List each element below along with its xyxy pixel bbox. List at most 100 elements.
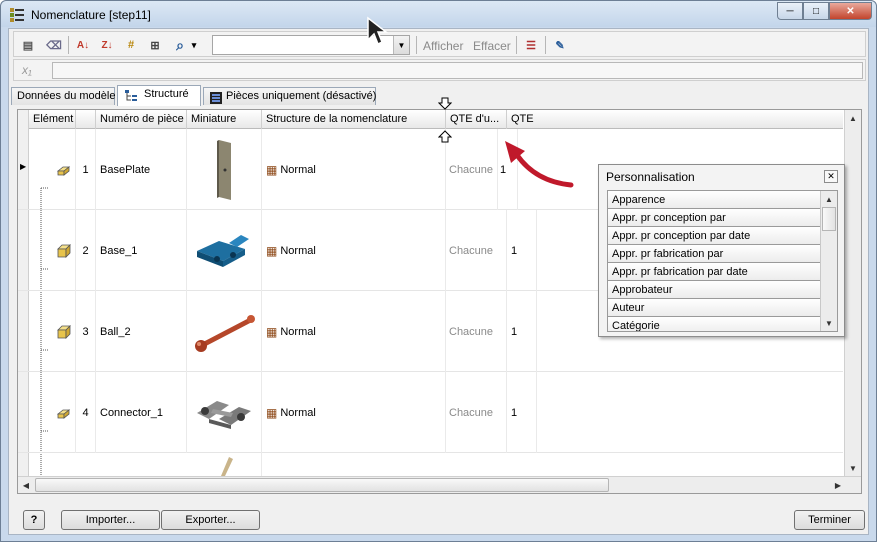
list-item[interactable]: Appr. pr fabrication par (608, 245, 821, 263)
import-button[interactable]: Importer... (61, 510, 160, 530)
customize-panel-title: Personnalisation (606, 170, 695, 184)
qty[interactable]: 1 (507, 291, 537, 372)
bom-structure-cell[interactable]: ▦ Normal (262, 372, 446, 453)
horizontal-scroll-thumb[interactable] (35, 478, 609, 492)
customize-close-button[interactable]: ✕ (824, 170, 838, 183)
list-item[interactable]: Auteur (608, 299, 821, 317)
part-number[interactable]: BasePlate (96, 129, 187, 210)
structure-icon: ▦ (266, 243, 278, 258)
minimize-button[interactable]: ─ (777, 2, 803, 20)
unit-qty[interactable]: Chacune (446, 291, 507, 372)
sort-za-icon[interactable]: Z↓ (98, 36, 116, 54)
col-header-thumbnail[interactable]: Miniature (187, 110, 262, 129)
close-button[interactable]: ✕ (829, 2, 872, 20)
part-icon (53, 210, 76, 291)
bom-structure-value: Normal (280, 244, 316, 257)
bom-window: Nomenclature [step11] ─ □ ✕ ▤ ⌫ A↓ Z↓ # … (0, 0, 877, 542)
col-header-unit-qty[interactable]: QTE d'u... (446, 110, 507, 129)
clear-button[interactable]: Effacer (473, 39, 511, 53)
scroll-down-arrow[interactable]: ▼ (845, 460, 861, 476)
customize-field-list[interactable]: Apparence Appr. pr conception par Appr. … (607, 190, 838, 332)
scroll-up-arrow[interactable]: ▲ (845, 110, 861, 126)
list-item[interactable]: Appr. pr fabrication par date (608, 263, 821, 281)
column-resize-cursor (438, 97, 452, 143)
column-chooser-icon[interactable]: ☰ (522, 36, 540, 54)
customize-panel[interactable]: Personnalisation ✕ Apparence Appr. pr co… (598, 164, 845, 337)
help-button[interactable]: ? (23, 510, 45, 530)
list-item[interactable]: Apparence (608, 191, 821, 209)
export-button[interactable]: Exporter... (161, 510, 260, 530)
unit-qty[interactable]: Chacune (446, 210, 507, 291)
list-item[interactable]: Appr. pr conception par (608, 209, 821, 227)
bom-structure-cell[interactable]: ▦ Normal (262, 210, 446, 291)
thumbnail-baseplate (187, 129, 262, 210)
bom-structure-value: Normal (280, 325, 316, 338)
find-icon[interactable]: ⌕ (171, 36, 189, 54)
tab-parts-only[interactable]: Pièces uniquement (désactivé) (203, 87, 376, 105)
col-header-item[interactable]: Elément (29, 110, 76, 129)
unit-qty[interactable]: Chacune (446, 372, 507, 453)
main-toolbar: ▤ ⌫ A↓ Z↓ # ⊞ ⌕ ▾ ▼ Afficher Effacer ☰ ✎ (13, 31, 866, 57)
bom-properties-icon[interactable]: ▤ (19, 36, 37, 54)
part-number[interactable]: Connector_1 (96, 372, 187, 453)
qty[interactable]: 1 (507, 210, 537, 291)
scroll-right-arrow[interactable]: ▶ (830, 477, 846, 493)
part-number[interactable]: Ball_2 (96, 291, 187, 372)
part-icon (53, 291, 76, 372)
combo-dropdown-button[interactable]: ▼ (393, 36, 409, 54)
bom-structure-cell[interactable]: ▦ Normal (262, 129, 446, 210)
edit-settings-icon[interactable]: ✎ (551, 36, 569, 54)
structure-icon: ▦ (266, 162, 278, 177)
grid-header: Elément Numéro de pièce Miniature Struct… (18, 110, 843, 129)
thumbnail-base (187, 210, 262, 291)
unit-qty[interactable]: Chacune (446, 129, 498, 210)
list-scroll-up-arrow[interactable]: ▲ (821, 191, 837, 207)
header-row-selector (18, 110, 29, 129)
bom-structure-cell[interactable]: ▦ Normal (262, 291, 446, 372)
customize-list-scrollbar[interactable]: ▲ ▼ (820, 191, 837, 331)
annotation-arrow (505, 141, 574, 188)
tab-model-data[interactable]: Données du modèle (11, 87, 115, 105)
dialog-footer: ? Importer... Exporter... Terminer (9, 504, 868, 534)
table-row[interactable]: 4 Connector_1 ▦ Normal Chacune 1 (18, 372, 843, 453)
structured-tab-label: Structuré (144, 88, 189, 100)
done-button[interactable]: Terminer (794, 510, 865, 530)
col-header-bom-structure[interactable]: Structure de la nomenclature (262, 110, 446, 129)
qty[interactable]: 1 (507, 372, 537, 453)
table-row[interactable] (18, 453, 843, 476)
thumbnail-ball (187, 291, 262, 372)
formula-icon[interactable]: x₁ (22, 63, 32, 77)
formula-toolbar: x₁ (13, 59, 866, 81)
list-item[interactable]: Appr. pr conception par date (608, 227, 821, 245)
col-header-part-number[interactable]: Numéro de pièce (96, 110, 187, 129)
export-table-icon[interactable]: ⊞ (146, 36, 164, 54)
col-header-item-number[interactable] (76, 110, 96, 129)
parts-only-tab-label: Pièces uniquement (désactivé) (226, 90, 377, 102)
maximize-button[interactable]: □ (803, 2, 829, 20)
part-number[interactable]: Base_1 (96, 210, 187, 291)
part-icon (53, 129, 76, 210)
structure-icon: ▦ (266, 324, 278, 339)
list-scroll-thumb[interactable] (822, 207, 836, 231)
grid-horizontal-scrollbar[interactable]: ◀ ▶ (18, 476, 861, 493)
grid-vertical-scrollbar[interactable]: ▲ ▼ (844, 110, 861, 476)
renumber-icon[interactable]: # (122, 36, 140, 54)
eraser-icon[interactable]: ⌫ (45, 36, 63, 54)
tab-structured[interactable]: Structuré (117, 85, 201, 106)
structure-icon: ▦ (266, 405, 278, 420)
part-icon (53, 372, 76, 453)
sort-az-icon[interactable]: A↓ (74, 36, 92, 54)
scroll-left-arrow[interactable]: ◀ (18, 477, 34, 493)
item-number: 4 (76, 372, 96, 453)
parts-only-tab-icon (210, 92, 222, 104)
thumbnail-partial (187, 453, 262, 476)
list-item[interactable]: Catégorie (608, 317, 821, 331)
list-scroll-down-arrow[interactable]: ▼ (821, 315, 837, 331)
col-header-qty[interactable]: QTE (507, 110, 843, 129)
item-number: 3 (76, 291, 96, 372)
list-item[interactable]: Approbateur (608, 281, 821, 299)
title-bar[interactable]: Nomenclature [step11] ─ □ ✕ (1, 1, 876, 27)
find-dropdown-arrow[interactable]: ▾ (189, 36, 199, 54)
formula-field[interactable] (52, 62, 863, 79)
show-button[interactable]: Afficher (423, 39, 463, 53)
